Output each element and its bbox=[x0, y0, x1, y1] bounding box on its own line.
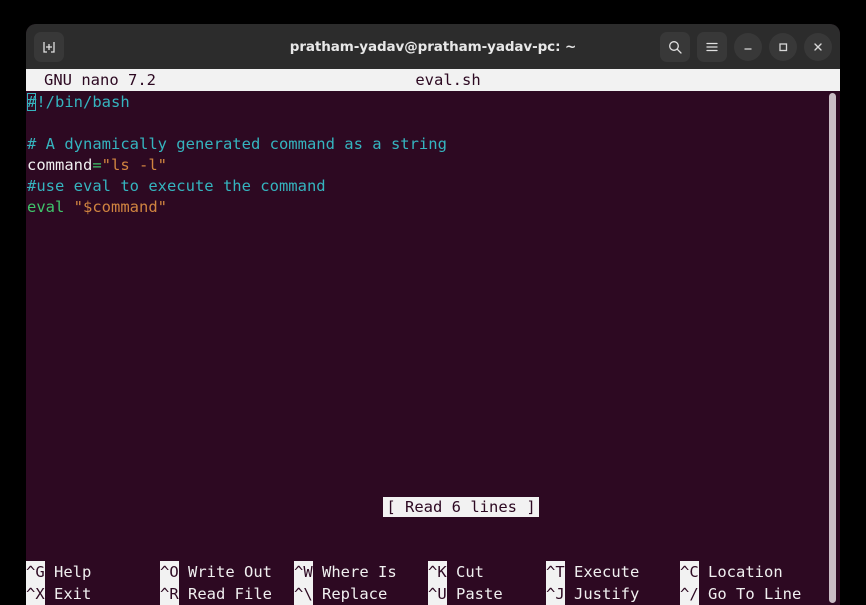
shortcut-label: Execute bbox=[564, 563, 640, 581]
help-bar-row: ^G Help ^O Write Out ^W Where Is ^K Cut ^T E… bbox=[26, 561, 840, 583]
shortcut-key: ^J bbox=[546, 583, 565, 605]
window-title-bar: pratham-yadav@pratham-yadav-pc: ~ bbox=[26, 24, 840, 69]
new-tab-icon bbox=[41, 39, 57, 55]
help-bar-row: ^X Exit ^R Read File ^\ Replace ^U Paste ^J … bbox=[26, 583, 840, 605]
help-shortcut-cut[interactable]: ^K Cut bbox=[428, 561, 484, 583]
help-shortcut-execute[interactable]: ^T Execute bbox=[546, 561, 639, 583]
help-shortcut-replace[interactable]: ^\ Replace bbox=[294, 583, 387, 605]
shortcut-label: Where Is bbox=[312, 563, 397, 581]
help-shortcut-go-to-line[interactable]: ^/ Go To Line bbox=[680, 583, 801, 605]
hamburger-menu-icon bbox=[704, 39, 720, 55]
new-tab-button[interactable] bbox=[34, 31, 64, 62]
shortcut-key: ^G bbox=[26, 561, 45, 583]
shortcut-label: Help bbox=[44, 563, 92, 581]
nano-status-message: [ Read 6 lines ] bbox=[26, 476, 840, 539]
nano-editor: GNU nano 7.2 eval.sh #!/bin/bash # A dyn… bbox=[26, 69, 840, 605]
code-token: = bbox=[92, 156, 102, 174]
shortcut-key: ^R bbox=[160, 583, 179, 605]
code-token: !/bin/bash bbox=[36, 93, 130, 111]
shortcut-key: ^/ bbox=[680, 583, 699, 605]
help-shortcut-read-file[interactable]: ^R Read File bbox=[160, 583, 272, 605]
help-shortcut-help[interactable]: ^G Help bbox=[26, 561, 91, 583]
code-line: #!/bin/bash bbox=[26, 92, 840, 113]
shortcut-label: Location bbox=[698, 563, 783, 581]
shortcut-key: ^C bbox=[680, 561, 699, 583]
code-line: # A dynamically generated command as a s… bbox=[26, 134, 840, 155]
shortcut-label: Cut bbox=[446, 563, 484, 581]
nano-filename: eval.sh bbox=[415, 70, 481, 89]
code-line: #use eval to execute the command bbox=[26, 176, 840, 197]
code-token: "ls -l" bbox=[101, 156, 167, 174]
search-icon bbox=[667, 39, 683, 55]
editor-text-area[interactable]: #!/bin/bash # A dynamically generated co… bbox=[26, 91, 840, 513]
code-token: command bbox=[27, 156, 93, 174]
menu-button[interactable] bbox=[697, 31, 727, 62]
shortcut-key: ^\ bbox=[294, 583, 313, 605]
shortcut-key: ^U bbox=[428, 583, 447, 605]
close-icon bbox=[811, 40, 825, 54]
shortcut-label: Go To Line bbox=[698, 585, 802, 603]
nano-help-bar: ^G Help ^O Write Out ^W Where Is ^K Cut ^T E… bbox=[26, 561, 840, 605]
shortcut-key: ^X bbox=[26, 583, 45, 605]
minimize-icon bbox=[741, 40, 755, 54]
shortcut-label: Replace bbox=[312, 585, 388, 603]
code-line: eval "$command" bbox=[26, 197, 840, 218]
shortcut-label: Justify bbox=[564, 585, 640, 603]
status-message-text: [ Read 6 lines ] bbox=[383, 497, 539, 517]
help-shortcut-where-is[interactable]: ^W Where Is bbox=[294, 561, 397, 583]
shortcut-label: Read File bbox=[178, 585, 272, 603]
help-shortcut-paste[interactable]: ^U Paste bbox=[428, 583, 503, 605]
shortcut-label: Write Out bbox=[178, 563, 272, 581]
code-token: # A dynamically generated command as a s… bbox=[27, 135, 447, 153]
code-token: #use eval to execute the command bbox=[27, 177, 326, 195]
help-shortcut-location[interactable]: ^C Location bbox=[680, 561, 783, 583]
minimize-button[interactable] bbox=[734, 32, 762, 61]
shortcut-label: Paste bbox=[446, 585, 503, 603]
maximize-button[interactable] bbox=[769, 32, 797, 61]
shortcut-label: Exit bbox=[44, 585, 92, 603]
shortcut-key: ^W bbox=[294, 561, 313, 583]
code-token: "$command" bbox=[73, 198, 167, 216]
shortcut-key: ^O bbox=[160, 561, 179, 583]
nano-title-bar: GNU nano 7.2 eval.sh bbox=[26, 69, 840, 91]
help-shortcut-justify[interactable]: ^J Justify bbox=[546, 583, 639, 605]
title-bar-controls bbox=[660, 31, 832, 62]
code-token: eval bbox=[27, 198, 65, 216]
help-shortcut-exit[interactable]: ^X Exit bbox=[26, 583, 91, 605]
maximize-icon bbox=[776, 40, 790, 54]
shortcut-key: ^T bbox=[546, 561, 565, 583]
help-shortcut-write-out[interactable]: ^O Write Out bbox=[160, 561, 272, 583]
search-button[interactable] bbox=[660, 31, 690, 62]
text-cursor: # bbox=[27, 93, 37, 111]
terminal-window: pratham-yadav@pratham-yadav-pc: ~ GNU na… bbox=[26, 24, 840, 605]
shortcut-key: ^K bbox=[428, 561, 447, 583]
code-line: command="ls -l" bbox=[26, 155, 840, 176]
close-button[interactable] bbox=[804, 32, 832, 61]
